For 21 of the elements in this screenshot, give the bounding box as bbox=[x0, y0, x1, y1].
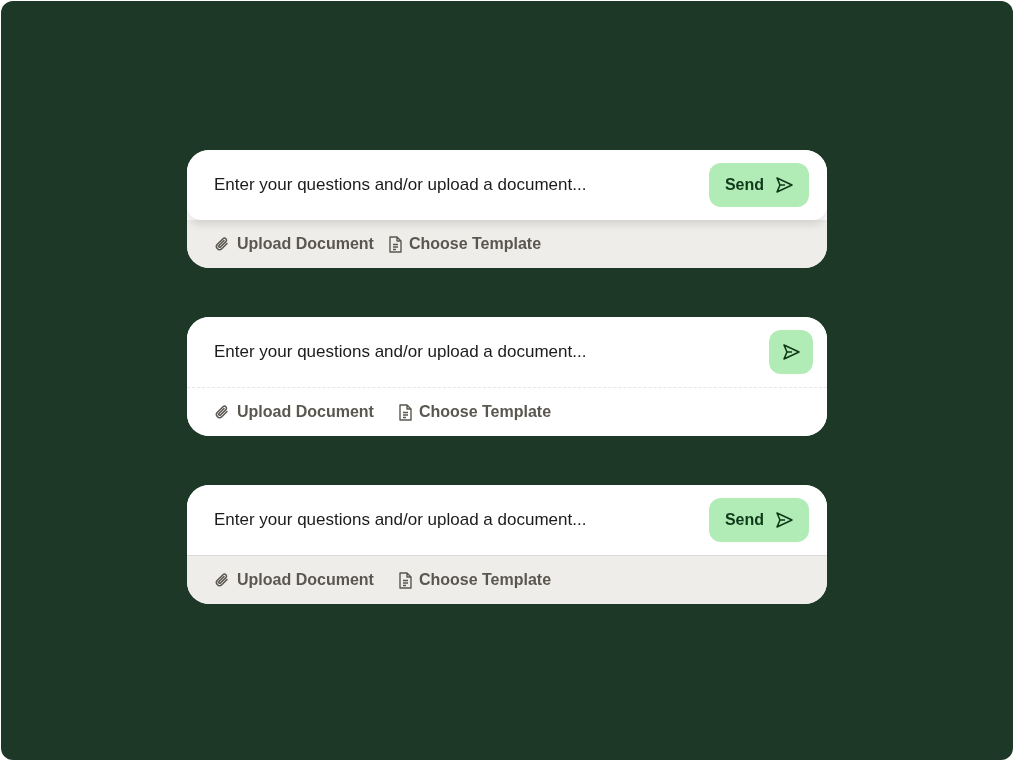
document-icon bbox=[397, 571, 412, 589]
document-icon bbox=[387, 235, 402, 253]
question-input[interactable]: Enter your questions and/or upload a document... bbox=[214, 175, 674, 195]
upload-document-button[interactable]: Upload Document bbox=[214, 571, 374, 589]
document-icon bbox=[397, 403, 412, 421]
send-icon bbox=[774, 175, 794, 195]
send-button[interactable]: Send bbox=[708, 498, 809, 542]
paperclip-icon bbox=[214, 572, 230, 588]
choose-template-button[interactable]: Choose Template bbox=[387, 235, 542, 253]
choose-template-button[interactable]: Choose Template bbox=[397, 571, 552, 589]
choose-template-button[interactable]: Choose Template bbox=[397, 403, 552, 421]
paperclip-icon bbox=[214, 404, 230, 420]
send-icon bbox=[781, 342, 801, 362]
question-input[interactable]: Enter your questions and/or upload a document... bbox=[214, 510, 674, 530]
send-button[interactable]: Send bbox=[708, 163, 809, 207]
question-input[interactable]: Enter your questions and/or upload a document... bbox=[214, 342, 674, 362]
upload-document-button[interactable]: Upload Document bbox=[214, 235, 374, 253]
send-button[interactable] bbox=[769, 330, 813, 374]
upload-document-button[interactable]: Upload Document bbox=[214, 403, 374, 421]
send-icon bbox=[774, 510, 794, 530]
paperclip-icon bbox=[214, 236, 230, 252]
